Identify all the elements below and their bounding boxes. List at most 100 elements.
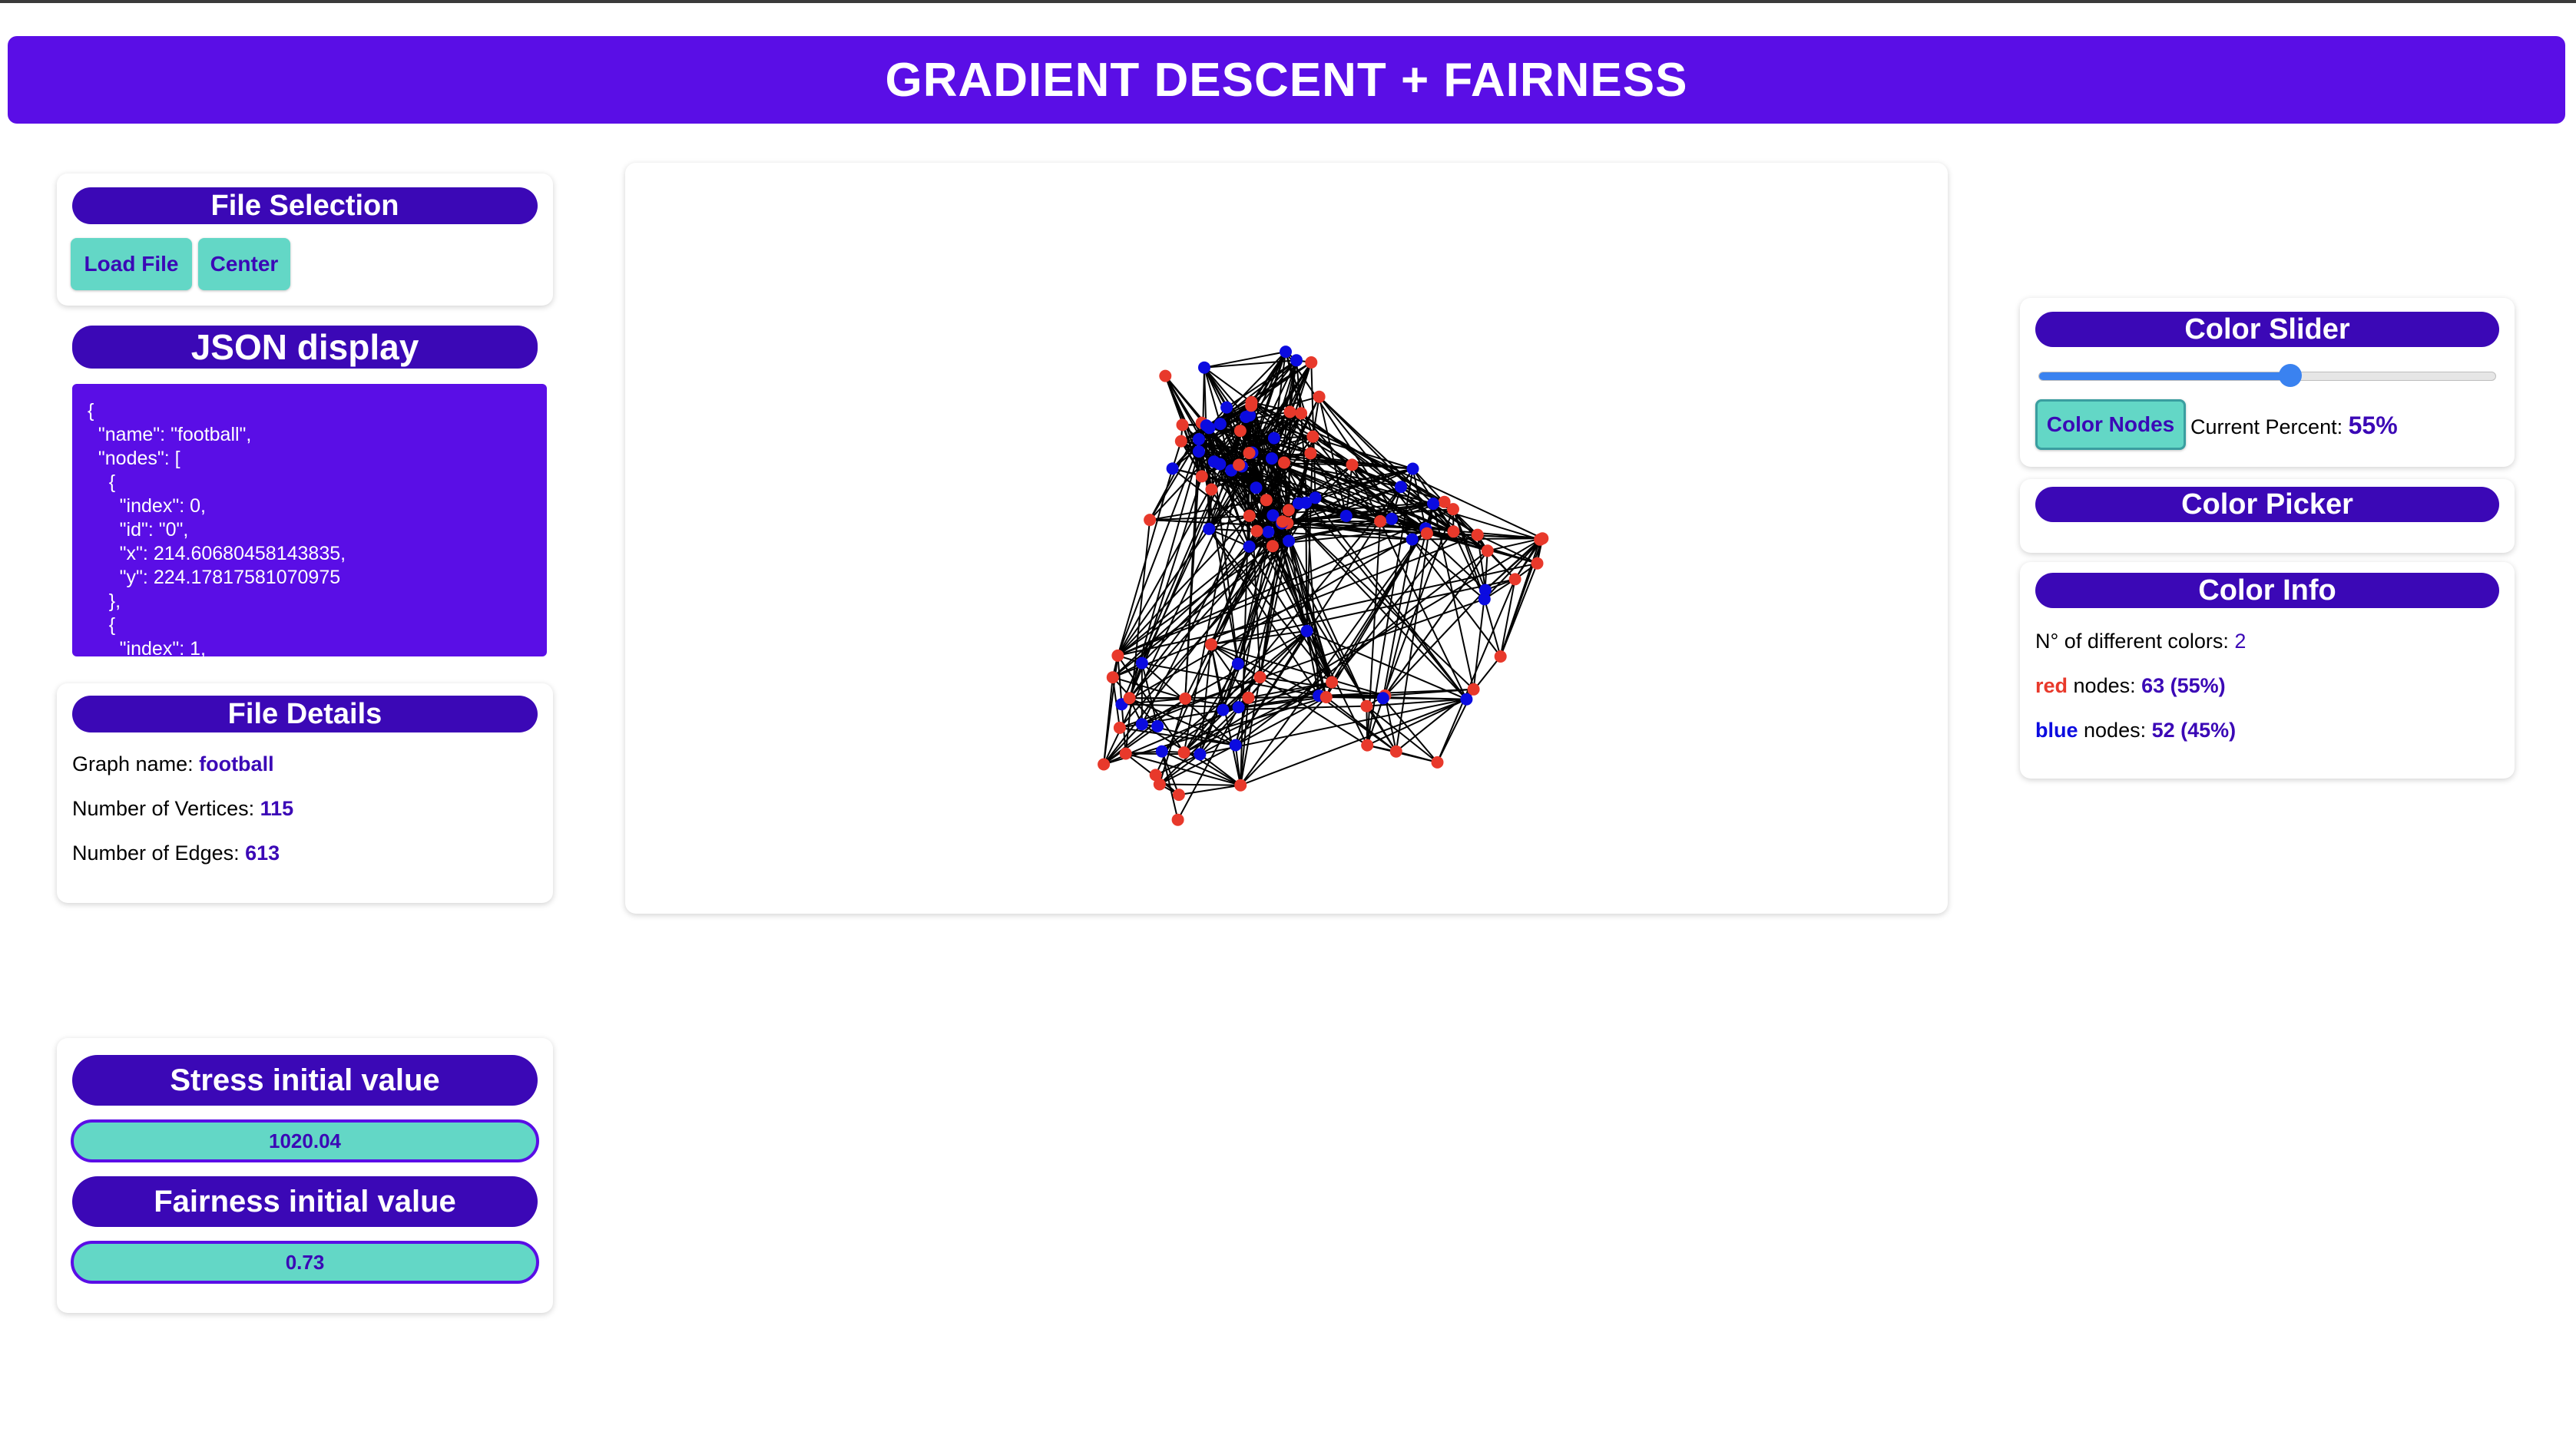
graph-node-blue[interactable] [1231, 657, 1244, 670]
graph-node-blue[interactable] [1406, 462, 1419, 475]
graph-node-blue[interactable] [1198, 361, 1210, 374]
graph-node-red[interactable] [1494, 650, 1507, 663]
graph-node-red[interactable] [1276, 515, 1289, 528]
graph-node-red[interactable] [1243, 509, 1256, 522]
graph-node-blue[interactable] [1135, 656, 1148, 670]
graph-node-red[interactable] [1266, 540, 1279, 553]
graph-node-red[interactable] [1179, 692, 1192, 705]
graph-node-red[interactable] [1204, 638, 1217, 651]
graph-node-blue[interactable] [1229, 739, 1242, 752]
graph-node-blue[interactable] [1166, 462, 1179, 475]
graph-node-blue[interactable] [1280, 346, 1292, 359]
graph-node-blue[interactable] [1135, 718, 1148, 731]
load-file-button[interactable]: Load File [71, 238, 192, 290]
graph-node-red[interactable] [1305, 356, 1318, 369]
graph-node-red[interactable] [1346, 458, 1359, 471]
graph-node-blue[interactable] [1200, 419, 1213, 432]
graph-node-red[interactable] [1360, 699, 1373, 713]
graph-node-red[interactable] [1283, 405, 1296, 418]
graph-node-blue[interactable] [1339, 510, 1353, 522]
graph-node-red[interactable] [1195, 470, 1208, 483]
color-slider-track[interactable] [2038, 372, 2496, 381]
graph-node-red[interactable] [1319, 691, 1333, 703]
graph-node-blue[interactable] [1267, 432, 1280, 445]
graph-node-red[interactable] [1177, 746, 1190, 759]
graph-node-red[interactable] [1282, 504, 1295, 517]
graph-node-blue[interactable] [1290, 354, 1303, 367]
graph-node-red[interactable] [1144, 514, 1157, 527]
graph-node-red[interactable] [1374, 514, 1387, 527]
graph-node-red[interactable] [1260, 494, 1273, 507]
graph-node-red[interactable] [1467, 683, 1480, 696]
graph-node-red[interactable] [1534, 533, 1547, 546]
graph-node-red[interactable] [1295, 407, 1308, 420]
graph-node-blue[interactable] [1427, 498, 1439, 510]
graph-node-blue[interactable] [1406, 533, 1419, 546]
graph-node-red[interactable] [1278, 456, 1290, 469]
graph-node-blue[interactable] [1395, 481, 1407, 494]
graph-node-blue[interactable] [1192, 433, 1205, 445]
graph-node-blue[interactable] [1151, 719, 1164, 732]
graph-node-blue[interactable] [1155, 745, 1168, 758]
graph-node-red[interactable] [1447, 503, 1459, 516]
color-slider-thumb[interactable] [2278, 364, 2302, 387]
graph-node-blue[interactable] [1192, 445, 1205, 458]
graph-node-red[interactable] [1233, 425, 1247, 438]
graph-canvas[interactable] [625, 163, 1948, 914]
graph-node-red[interactable] [1172, 789, 1185, 802]
graph-node-blue[interactable] [1232, 701, 1245, 714]
graph-node-red[interactable] [1313, 390, 1326, 403]
graph-node-blue[interactable] [1214, 458, 1227, 471]
graph-node-blue[interactable] [1266, 452, 1278, 465]
graph-node-red[interactable] [1306, 430, 1319, 443]
graph-node-red[interactable] [1447, 525, 1460, 538]
graph-node-red[interactable] [1205, 483, 1218, 496]
graph-node-blue[interactable] [1300, 624, 1313, 637]
graph-node-red[interactable] [1098, 758, 1111, 771]
graph-node-red[interactable] [1243, 447, 1256, 459]
graph-node-red[interactable] [1113, 721, 1126, 734]
graph-node-blue[interactable] [1262, 525, 1275, 538]
graph-node-red[interactable] [1389, 745, 1402, 758]
graph-node-red[interactable] [1106, 671, 1119, 684]
graph-node-red[interactable] [1245, 399, 1258, 412]
graph-node-blue[interactable] [1386, 512, 1398, 525]
graph-node-red[interactable] [1431, 756, 1444, 769]
graph-node-blue[interactable] [1460, 693, 1473, 706]
graph-node-blue[interactable] [1194, 748, 1207, 761]
graph-node-red[interactable] [1361, 739, 1374, 752]
graph-node-red[interactable] [1508, 573, 1521, 586]
graph-node-red[interactable] [1153, 778, 1166, 791]
graph-node-blue[interactable] [1283, 534, 1296, 547]
graph-node-red[interactable] [1326, 676, 1339, 689]
graph-node-red[interactable] [1531, 557, 1544, 570]
graph-node-red[interactable] [1123, 692, 1136, 705]
graph-node-red[interactable] [1176, 418, 1189, 432]
graph-node-red[interactable] [1234, 779, 1247, 792]
graph-node-red[interactable] [1119, 747, 1132, 760]
graph-canvas-card[interactable] [625, 163, 1948, 914]
graph-node-blue[interactable] [1376, 692, 1389, 705]
graph-node-red[interactable] [1253, 671, 1266, 683]
graph-node-blue[interactable] [1478, 593, 1491, 606]
graph-node-blue[interactable] [1220, 401, 1233, 414]
graph-node-red[interactable] [1420, 527, 1433, 540]
json-textarea[interactable]: { "name": "football", "nodes": [ { "inde… [72, 384, 547, 656]
graph-node-red[interactable] [1304, 447, 1317, 460]
graph-node-blue[interactable] [1203, 522, 1216, 535]
graph-node-red[interactable] [1111, 649, 1124, 662]
graph-node-red[interactable] [1174, 435, 1187, 448]
center-button[interactable]: Center [198, 238, 290, 290]
color-nodes-button[interactable]: Color Nodes [2035, 399, 2186, 450]
graph-node-red[interactable] [1250, 524, 1263, 537]
graph-node-blue[interactable] [1300, 496, 1313, 509]
graph-node-red[interactable] [1159, 369, 1172, 382]
graph-node-blue[interactable] [1243, 540, 1256, 553]
graph-node-blue[interactable] [1250, 481, 1263, 494]
graph-node-blue[interactable] [1214, 418, 1227, 431]
graph-node-red[interactable] [1471, 528, 1484, 541]
graph-node-red[interactable] [1242, 691, 1255, 704]
graph-node-red[interactable] [1233, 458, 1246, 471]
graph-node-blue[interactable] [1217, 703, 1230, 716]
graph-node-red[interactable] [1171, 813, 1184, 826]
